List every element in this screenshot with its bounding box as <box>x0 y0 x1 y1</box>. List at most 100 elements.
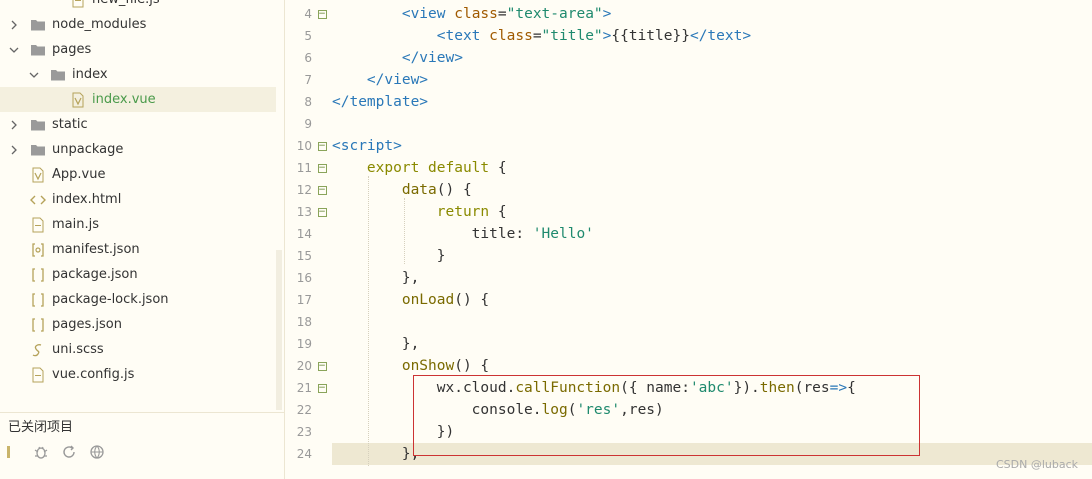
code-token: title: <box>332 226 533 242</box>
code-text: onShow() { <box>332 358 489 374</box>
code-line[interactable]: 17 onLoad() { <box>286 289 1092 311</box>
tree-item-index-html[interactable]: index.html <box>0 187 276 212</box>
code-line[interactable]: 8 </template> <box>286 91 1092 113</box>
line-number: 8 <box>304 95 312 109</box>
bug-icon[interactable] <box>32 443 50 461</box>
chevron-right-icon[interactable] <box>8 144 20 156</box>
line-number: 21 <box>296 381 312 395</box>
tree-item-label: index <box>72 67 108 82</box>
code-line[interactable]: 5 <text class="title">{{title}}</text> <box>286 25 1092 47</box>
code-text: <script> <box>332 138 402 154</box>
closed-projects-header[interactable]: 已关闭项目 <box>0 412 284 438</box>
code-token: onShow <box>401 358 455 374</box>
fold-toggle-icon[interactable]: − <box>312 377 332 399</box>
code-token: export default <box>366 160 490 176</box>
code-token: () { <box>454 292 490 308</box>
tree-item-vue-config-js[interactable]: vue.config.js <box>0 362 276 387</box>
code-line[interactable]: 19 }, <box>286 333 1092 355</box>
tree-item-manifest-json[interactable]: manifest.json <box>0 237 276 262</box>
tree-item-package-lock-json[interactable]: package-lock.json <box>0 287 276 312</box>
code-line[interactable]: 15 } <box>286 245 1092 267</box>
code-text: export default { <box>332 160 507 176</box>
code-token: }, <box>332 336 420 352</box>
fold-toggle-icon[interactable]: − <box>312 135 332 157</box>
tree-item-label: unpackage <box>52 142 124 157</box>
js-file-icon <box>70 0 86 8</box>
fold-toggle-icon[interactable]: − <box>312 157 332 179</box>
sidebar-scrollbar[interactable] <box>276 250 282 410</box>
folder-icon <box>30 17 46 33</box>
chevron-down-icon[interactable] <box>28 69 40 81</box>
tree-item-index-vue[interactable]: index.vue <box>0 87 276 112</box>
fold-toggle-icon[interactable]: − <box>312 3 332 25</box>
tree-item-uni-scss[interactable]: uni.scss <box>0 337 276 362</box>
tree-item-label: App.vue <box>52 167 106 182</box>
code-token: > <box>602 6 612 22</box>
code-line[interactable]: 13− return { <box>286 201 1092 223</box>
code-line[interactable]: 14 title: 'Hello' <box>286 223 1092 245</box>
chevron-right-icon[interactable] <box>8 119 20 131</box>
line-number: 4 <box>304 7 312 21</box>
line-number: 13 <box>296 205 312 219</box>
code-line[interactable]: 4− <view class="text-area"> <box>286 3 1092 25</box>
tree-item-app-vue[interactable]: App.vue <box>0 162 276 187</box>
folder-icon <box>30 117 46 133</box>
code-line[interactable]: 11− export default { <box>286 157 1092 179</box>
chevron-down-icon[interactable] <box>8 44 20 56</box>
code-token: () { <box>436 182 472 198</box>
tree-item-label: uni.scss <box>52 342 104 357</box>
code-line[interactable]: 16 }, <box>286 267 1092 289</box>
tree-item-label: node_modules <box>52 17 147 32</box>
code-token: { <box>489 204 507 220</box>
code-token: }, <box>332 446 420 462</box>
code-line[interactable]: 20− onShow() { <box>286 355 1092 377</box>
tree-item-static[interactable]: static <box>0 112 276 137</box>
fold-toggle-icon[interactable]: − <box>312 355 332 377</box>
tree-item-label: index.vue <box>92 92 156 107</box>
code-token: class <box>454 6 498 22</box>
tree-item-node-modules[interactable]: node_modules <box>0 12 276 37</box>
code-token: "title" <box>541 28 603 44</box>
code-line[interactable]: 18 <box>286 311 1092 333</box>
code-token: class <box>489 28 533 44</box>
code-line[interactable]: 10− <script> <box>286 135 1092 157</box>
code-line[interactable]: 9 <box>286 113 1092 135</box>
code-token: } <box>332 248 446 264</box>
tree-item-new-file-js[interactable]: new_file.js <box>0 0 276 12</box>
globe-icon[interactable] <box>88 443 106 461</box>
tree-item-pages-json[interactable]: pages.json <box>0 312 276 337</box>
line-number: 10 <box>296 139 312 153</box>
tree-item-package-json[interactable]: package.json <box>0 262 276 287</box>
json-file-icon <box>30 292 46 308</box>
code-line[interactable]: 12− data() { <box>286 179 1092 201</box>
closed-projects-label: 已关闭项目 <box>8 420 74 435</box>
code-text: <text class="title">{{title}}</text> <box>332 28 751 44</box>
tree-item-pages[interactable]: pages <box>0 37 276 62</box>
code-token: () { <box>454 358 490 374</box>
collapse-icon[interactable] <box>4 443 22 461</box>
tree-item-unpackage[interactable]: unpackage <box>0 137 276 162</box>
line-number: 7 <box>304 73 312 87</box>
refresh-icon[interactable] <box>60 443 78 461</box>
code-line[interactable]: 6 </view> <box>286 47 1092 69</box>
json-file-icon <box>30 267 46 283</box>
fold-toggle-icon[interactable]: − <box>312 201 332 223</box>
project-explorer: new_file.js node_modulespages index index.v… <box>0 0 285 479</box>
code-text: return { <box>332 204 507 220</box>
fold-toggle-icon[interactable]: − <box>312 179 332 201</box>
tree-item-main-js[interactable]: main.js <box>0 212 276 237</box>
tree-item-index[interactable]: index <box>0 62 276 87</box>
chevron-right-icon[interactable] <box>8 19 20 31</box>
code-line[interactable]: 7 </view> <box>286 69 1092 91</box>
